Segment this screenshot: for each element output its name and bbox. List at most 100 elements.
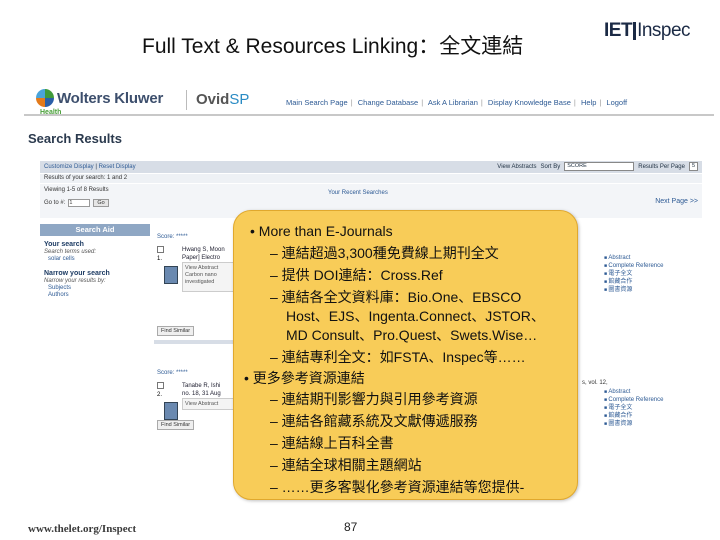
abstract-link[interactable]: Abstract bbox=[604, 254, 704, 262]
iet-inspec-logo: IET Inspec bbox=[604, 18, 694, 44]
recent-searches-link[interactable]: Your Recent Searches bbox=[328, 190, 388, 196]
result-score: Score: ***** bbox=[157, 370, 188, 376]
search-term-item[interactable]: solar cells bbox=[48, 256, 150, 262]
complete-reference-link[interactable]: Complete Reference bbox=[604, 396, 704, 404]
abstract-text: investigated bbox=[185, 279, 215, 285]
narrow-item-authors[interactable]: Authors bbox=[48, 292, 150, 298]
nav-logoff[interactable]: Logoff bbox=[606, 98, 627, 107]
callout-bullet: • 更多參考資源連結 bbox=[244, 370, 365, 386]
abstract-link[interactable]: Abstract bbox=[604, 388, 704, 396]
per-page-label: Results Per Page bbox=[638, 163, 685, 170]
goto-button[interactable]: Go bbox=[93, 199, 109, 207]
complete-reference-link[interactable]: Complete Reference bbox=[604, 262, 704, 270]
search-aid-tab[interactable]: Search Aid bbox=[40, 224, 150, 236]
top-nav: Main Search Page | Change Database | Ask A… bbox=[286, 98, 627, 107]
result-checkbox[interactable] bbox=[157, 246, 164, 253]
library-link[interactable]: 館藏合作 bbox=[604, 278, 704, 286]
page-title: Search Results bbox=[28, 131, 122, 146]
logo-divider bbox=[633, 22, 637, 40]
search-aid-panel: Search Aid Your search Search terms used… bbox=[40, 224, 150, 452]
callout-subitem: – 連結期刊影響力與引用參考資源 bbox=[270, 391, 478, 407]
feature-callout: • More than E-Journals – 連結超過3,300種免費線上期… bbox=[233, 210, 578, 500]
result-citation-line: no. 18, 31 Aug bbox=[182, 391, 221, 397]
library-link[interactable]: 館藏合作 bbox=[604, 412, 704, 420]
goto-input[interactable]: 1 bbox=[68, 199, 91, 207]
result-citation-line[interactable]: Hwang S, Moon bbox=[182, 246, 225, 254]
result-score-label: Score: bbox=[157, 234, 175, 240]
viewing-count: Viewing 1-5 of 8 Results bbox=[44, 187, 109, 193]
sort-by-label: Sort By bbox=[540, 163, 561, 170]
callout-subitem: – 連結全球相關主題網站 bbox=[270, 457, 422, 473]
abstract-text: Carbon nano bbox=[185, 272, 217, 278]
inspec-logo-text: Inspec bbox=[637, 20, 691, 41]
find-similar-button[interactable]: Find Similar bbox=[157, 326, 195, 336]
nav-change-database[interactable]: Change Database bbox=[358, 98, 418, 107]
header-divider bbox=[186, 90, 187, 110]
callout-subitem: – 連結專利全文：如FSTA、Inspec等…… bbox=[270, 349, 526, 365]
results-summary: Results of your search: 1 and 2 bbox=[40, 174, 702, 183]
footer-url: www.thelet.org/Inspect bbox=[28, 523, 137, 535]
find-similar-button[interactable]: Find Similar bbox=[157, 420, 195, 430]
wolters-kluwer-icon bbox=[36, 89, 54, 107]
result-number: 1. bbox=[157, 256, 163, 262]
result-score: Score: ***** bbox=[157, 234, 188, 240]
next-page-link[interactable]: Next Page >> bbox=[655, 198, 698, 205]
resources-link[interactable]: 圖書資源 bbox=[604, 286, 704, 294]
result-links-1: Abstract Complete Reference 電子全文 館藏合作 圖書… bbox=[604, 254, 704, 294]
fulltext-link[interactable]: 電子全文 bbox=[604, 270, 704, 278]
brand-name: Wolters Kluwer bbox=[57, 89, 164, 107]
document-icon bbox=[164, 402, 178, 420]
document-icon bbox=[164, 266, 178, 284]
ovid-header: Wolters Kluwer Health OvidSP Main Search… bbox=[24, 84, 714, 116]
nav-separator: | bbox=[350, 98, 353, 107]
narrow-item-subjects[interactable]: Subjects bbox=[48, 285, 150, 291]
goto-label: Go to #: bbox=[44, 200, 66, 206]
callout-subitem: – ……更多客製化參考資源連結等您提供- bbox=[270, 479, 525, 495]
view-abstract-link[interactable]: View Abstract bbox=[185, 401, 235, 408]
result-citation: Hwang S, Moon Paper] Electro bbox=[182, 246, 225, 262]
brand-sub: Health bbox=[40, 109, 62, 116]
page-number: 87 bbox=[344, 520, 358, 534]
ovid-logo-b: SP bbox=[229, 91, 250, 108]
result-number: 2. bbox=[157, 392, 163, 398]
callout-subitem: – 提供 DOI連結：Cross.Ref bbox=[270, 267, 443, 283]
resources-link[interactable]: 圖書資源 bbox=[604, 420, 704, 428]
reset-display-link[interactable]: Reset Display bbox=[99, 164, 136, 170]
result-citation-line[interactable]: Tanabe R, Ishi bbox=[182, 382, 221, 390]
result-stars: ***** bbox=[176, 370, 188, 376]
result-volume: s, vol. 12, bbox=[582, 380, 608, 386]
abstract-preview: View Abstract bbox=[182, 398, 238, 410]
abstract-preview: View Abstract Carbon nano investigated bbox=[182, 262, 238, 292]
nav-ask-a-librarian[interactable]: Ask A Librarian bbox=[428, 98, 478, 107]
iet-logo-text: IET bbox=[604, 20, 633, 41]
per-page-select[interactable]: 5 bbox=[688, 162, 698, 171]
goto-control: Go to #: 1 Go bbox=[44, 199, 109, 207]
sort-by-select[interactable]: SCORE bbox=[564, 162, 635, 171]
slide-title: Full Text & Resources Linking：全文連結 bbox=[142, 35, 524, 58]
customize-display-link[interactable]: Customize Display bbox=[44, 164, 94, 170]
fulltext-link[interactable]: 電子全文 bbox=[604, 404, 704, 412]
ovid-logo: OvidSP bbox=[196, 91, 249, 108]
callout-subitem: – 連結線上百科全書 bbox=[270, 435, 394, 451]
ovid-logo-a: Ovid bbox=[196, 91, 230, 108]
result-citation: Tanabe R, Ishi no. 18, 31 Aug bbox=[182, 382, 221, 398]
result-checkbox[interactable] bbox=[157, 382, 164, 389]
nav-separator: | bbox=[480, 98, 483, 107]
callout-subitem-cont: Host、EJS、Ingenta.Connect、JSTOR、 bbox=[286, 308, 545, 324]
nav-main-search-page[interactable]: Main Search Page bbox=[286, 98, 348, 107]
nav-help[interactable]: Help bbox=[581, 98, 596, 107]
callout-subitem: – 連結各全文資料庫：Bio.One、EBSCO bbox=[270, 289, 522, 305]
result-citation-line: Paper] Electro bbox=[182, 255, 221, 261]
nav-display-knowledge-base[interactable]: Display Knowledge Base bbox=[488, 98, 571, 107]
callout-bullet: • More than E-Journals bbox=[250, 223, 393, 239]
result-stars: ***** bbox=[176, 234, 188, 240]
view-abstracts-label[interactable]: View Abstracts bbox=[497, 164, 536, 170]
your-search-heading: Your search bbox=[44, 241, 84, 248]
callout-subitem: – 連結各館藏系統及文獻傳遞服務 bbox=[270, 413, 478, 429]
narrow-search-heading: Narrow your search bbox=[44, 270, 110, 277]
terms-used-label: Search terms used: bbox=[44, 249, 97, 255]
result-links-2: Abstract Complete Reference 電子全文 館藏合作 圖書… bbox=[604, 388, 704, 428]
view-abstract-link[interactable]: View Abstract bbox=[185, 265, 235, 272]
nav-separator: | bbox=[421, 98, 424, 107]
nav-separator: | bbox=[573, 98, 576, 107]
